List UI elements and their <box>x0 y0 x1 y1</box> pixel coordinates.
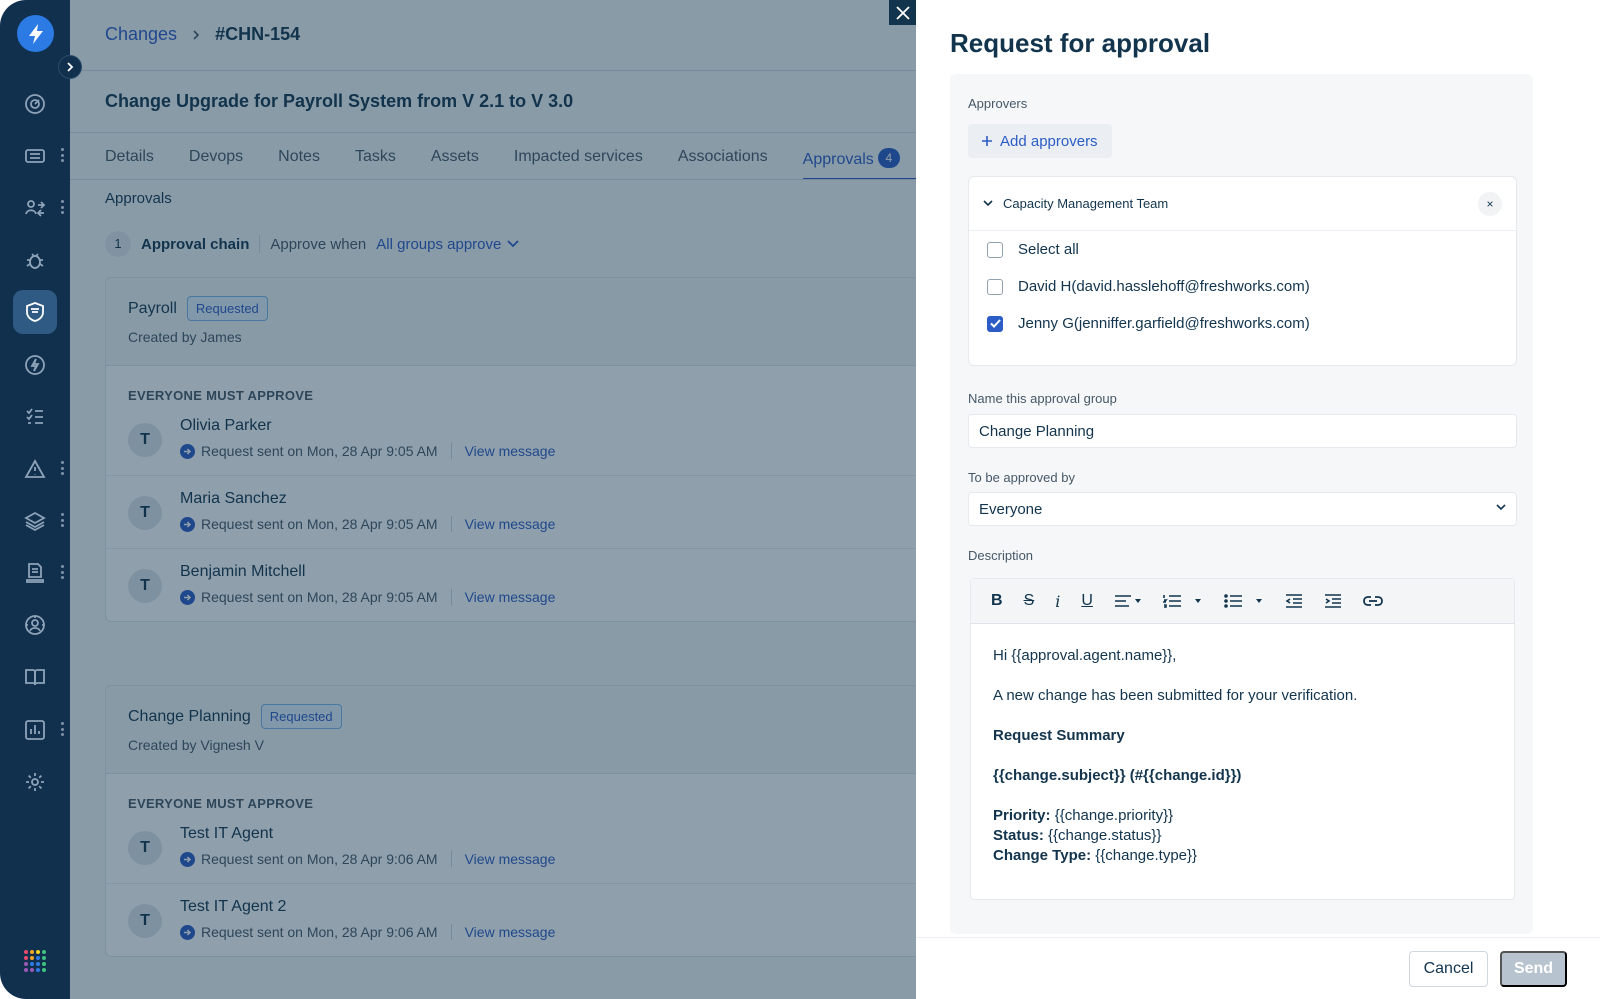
group-name-label: Name this approval group <box>968 391 1117 406</box>
approver-team-card: Capacity Management Team × Select all Da… <box>968 176 1517 366</box>
freshservice-logo-icon[interactable] <box>17 15 54 52</box>
description-label: Description <box>968 548 1034 563</box>
priority-value: {{change.priority}} <box>1054 807 1174 824</box>
apps-grid-icon[interactable] <box>24 950 46 972</box>
description-status-line: Status: {{change.status}} <box>993 826 1492 846</box>
changes-shield-icon[interactable] <box>13 290 57 334</box>
status-value: {{change.status}} <box>1048 827 1162 844</box>
send-button[interactable]: Send <box>1500 951 1567 987</box>
side-navigation <box>0 0 70 999</box>
strikethrough-icon[interactable]: S <box>1024 588 1035 614</box>
editor-toolbar: B S i U <box>971 579 1514 624</box>
people-more-icon[interactable] <box>60 200 64 214</box>
panel-footer: Cancel Send <box>916 937 1600 999</box>
description-greeting: Hi {{approval.agent.name}}, <box>993 647 1177 664</box>
check-icon <box>989 319 1001 328</box>
knowledge-book-icon[interactable] <box>13 655 57 699</box>
alerts-more-icon[interactable] <box>60 461 64 475</box>
expand-nav-chevron-icon[interactable] <box>58 55 82 79</box>
change-detail-page: Changes #CHN-154 Change Upgrade for Payr… <box>70 0 916 999</box>
ordered-list-icon[interactable] <box>1162 588 1203 614</box>
reports-more-icon[interactable] <box>60 722 64 736</box>
select-all-checkbox-row[interactable]: Select all <box>969 231 1516 268</box>
group-name-input[interactable]: Change Planning <box>968 414 1517 448</box>
tickets-icon[interactable] <box>13 134 57 178</box>
remove-team-button[interactable]: × <box>1478 191 1502 216</box>
unordered-list-icon[interactable] <box>1224 588 1264 614</box>
checkbox-label: David H(david.hasslehoff@freshworks.com) <box>1018 278 1310 295</box>
close-icon <box>895 5 910 20</box>
checkbox[interactable] <box>987 241 1003 258</box>
tasks-checklist-icon[interactable] <box>13 395 57 439</box>
checkbox-checked[interactable] <box>987 315 1003 332</box>
problems-bug-icon[interactable] <box>13 238 57 282</box>
underline-icon[interactable]: U <box>1081 588 1093 614</box>
chevron-down-icon <box>1496 504 1506 511</box>
add-approvers-label: Add approvers <box>1000 132 1098 150</box>
approval-form: Approvers Add approvers Capacity Managem… <box>950 74 1533 934</box>
contracts-more-icon[interactable] <box>60 565 64 579</box>
checkbox-label: Select all <box>1018 241 1079 258</box>
checkbox-label: Jenny G(jenniffer.garfield@freshworks.co… <box>1018 315 1310 332</box>
assets-layers-icon[interactable] <box>13 499 57 543</box>
outdent-icon[interactable] <box>1285 588 1303 614</box>
approved-by-label: To be approved by <box>968 470 1075 485</box>
description-subject-line: {{change.subject}} (#{{change.id}}) <box>993 767 1242 784</box>
link-icon[interactable] <box>1363 588 1383 614</box>
team-header[interactable]: Capacity Management Team × <box>969 177 1516 231</box>
approver-checkbox-row[interactable]: Jenny G(jenniffer.garfield@freshworks.co… <box>969 305 1516 342</box>
alerts-warning-icon[interactable] <box>13 447 57 491</box>
italic-icon[interactable]: i <box>1055 588 1060 614</box>
request-approval-panel: Request for approval Approvers Add appro… <box>916 0 1600 999</box>
description-priority-line: Priority: {{change.priority}} <box>993 806 1492 826</box>
panel-title: Request for approval <box>950 28 1211 58</box>
editor-content[interactable]: Hi {{approval.agent.name}}, A new change… <box>971 624 1514 888</box>
support-agent-icon[interactable] <box>13 603 57 647</box>
type-value: {{change.type}} <box>1095 847 1198 864</box>
assets-more-icon[interactable] <box>60 513 64 527</box>
reports-chart-icon[interactable] <box>13 708 57 752</box>
indent-icon[interactable] <box>1324 588 1342 614</box>
cancel-button[interactable]: Cancel <box>1409 951 1488 987</box>
checkbox[interactable] <box>987 278 1003 295</box>
approved-by-select[interactable]: Everyone <box>968 492 1517 526</box>
align-icon[interactable] <box>1114 588 1142 614</box>
bold-icon[interactable]: B <box>991 588 1003 614</box>
releases-bolt-icon[interactable] <box>13 343 57 387</box>
plus-icon <box>982 136 992 146</box>
tickets-more-icon[interactable] <box>60 148 64 162</box>
type-label: Change Type: <box>993 847 1092 864</box>
add-approvers-button[interactable]: Add approvers <box>968 124 1112 158</box>
description-intro: A new change has been submitted for your… <box>993 687 1358 704</box>
priority-label: Priority: <box>993 807 1051 824</box>
status-label: Status: <box>993 827 1044 844</box>
team-name: Capacity Management Team <box>1003 196 1169 211</box>
contracts-document-icon[interactable] <box>13 551 57 595</box>
approver-checkbox-row[interactable]: David H(david.hasslehoff@freshworks.com) <box>969 268 1516 305</box>
approved-by-value: Everyone <box>979 500 1043 518</box>
description-summary-heading: Request Summary <box>993 727 1125 744</box>
people-icon[interactable] <box>13 186 57 230</box>
dashboard-icon[interactable] <box>13 82 57 126</box>
chevron-down-icon[interactable] <box>983 200 993 207</box>
description-type-line: Change Type: {{change.type}} <box>993 846 1492 866</box>
description-editor[interactable]: B S i U Hi {{approval.agent.name}}, A ne… <box>970 578 1515 900</box>
close-panel-button[interactable] <box>889 0 916 25</box>
settings-gear-icon[interactable] <box>13 760 57 804</box>
modal-backdrop[interactable] <box>70 0 916 999</box>
approvers-label: Approvers <box>968 96 1028 111</box>
